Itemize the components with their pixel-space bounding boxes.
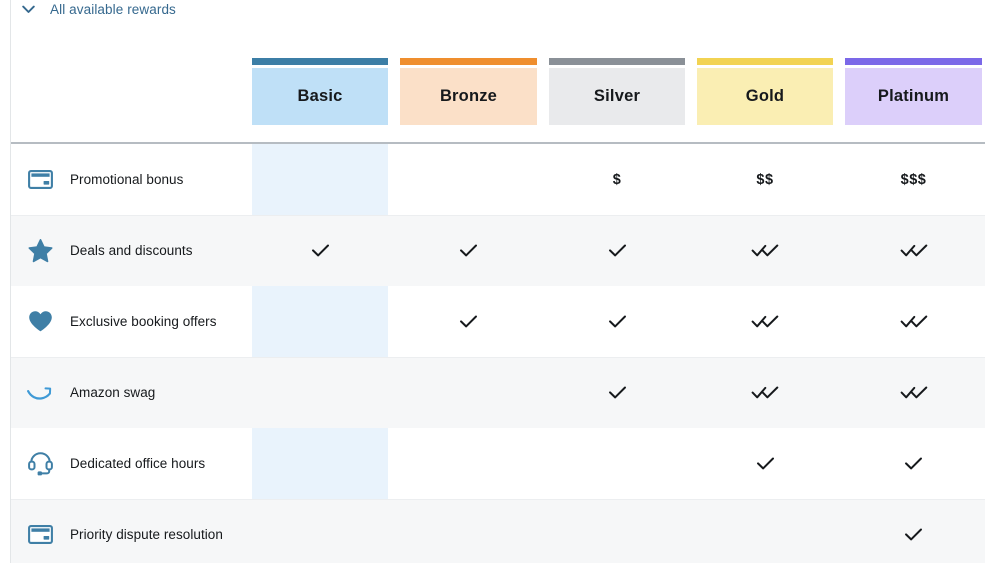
double-check-icon <box>697 215 833 286</box>
row-label-text: Amazon swag <box>70 385 156 400</box>
row-label-group: Amazon swag <box>27 357 155 428</box>
check-icon <box>252 215 388 286</box>
credit-card-icon <box>27 167 53 193</box>
cell-value-text: $$ <box>756 171 774 188</box>
row-label-text: Promotional bonus <box>70 172 184 187</box>
table-row: Priority dispute resolution <box>11 499 985 563</box>
tier-header-label-gold: Gold <box>745 87 785 105</box>
row-label-text: Exclusive booking offers <box>70 314 217 329</box>
cell-empty <box>252 357 388 428</box>
amazon-smile-icon <box>27 380 53 406</box>
tier-accent-bar-bronze <box>400 58 537 65</box>
double-check-icon <box>845 286 982 357</box>
tier-header-gold[interactable]: Gold <box>697 58 833 125</box>
row-label-group: Exclusive booking offers <box>27 286 217 357</box>
tier-accent-bar-basic <box>252 58 388 65</box>
row-label-group: Priority dispute resolution <box>27 499 223 563</box>
rewards-table-body: Promotional bonus $ $$ $$$ Deals and disco… <box>11 144 1000 563</box>
cell-empty <box>549 428 685 499</box>
check-icon <box>400 286 537 357</box>
rewards-comparison-panel: All available rewards Basic Bronze Silve… <box>0 0 1000 563</box>
cell-empty <box>252 428 388 499</box>
cell-empty <box>400 428 537 499</box>
cell-dollar-value: $$$ <box>845 144 982 215</box>
tier-header-silver[interactable]: Silver <box>549 58 685 125</box>
row-label-text: Dedicated office hours <box>70 456 206 471</box>
heart-icon <box>27 309 53 335</box>
double-check-icon <box>845 215 982 286</box>
cell-empty <box>252 286 388 357</box>
tier-header-label-platinum: Platinum <box>877 87 950 105</box>
tier-accent-bar-silver <box>549 58 685 65</box>
check-icon <box>549 286 685 357</box>
row-label-text: Priority dispute resolution <box>70 527 223 542</box>
cell-empty <box>400 144 537 215</box>
tier-header-body-bronze: Bronze <box>400 68 537 125</box>
double-check-icon <box>845 357 982 428</box>
row-label-group: Promotional bonus <box>27 144 183 215</box>
check-icon <box>549 215 685 286</box>
headset-icon <box>27 451 53 477</box>
double-check-icon <box>697 286 833 357</box>
cell-empty <box>549 499 685 563</box>
tier-header-body-silver: Silver <box>549 68 685 125</box>
cell-value-text: $ <box>612 171 622 188</box>
table-row: Promotional bonus $ $$ $$$ <box>11 144 985 215</box>
tier-header-body-platinum: Platinum <box>845 68 982 125</box>
star-icon <box>27 238 53 264</box>
tier-header-basic[interactable]: Basic <box>252 58 388 125</box>
tier-header-label-bronze: Bronze <box>439 87 498 105</box>
cell-empty <box>252 144 388 215</box>
chevron-down-icon <box>22 5 35 14</box>
check-icon <box>697 428 833 499</box>
credit-card-icon <box>27 522 53 548</box>
check-icon <box>400 215 537 286</box>
tier-accent-bar-platinum <box>845 58 982 65</box>
table-row: Dedicated office hours <box>11 428 985 499</box>
row-label-group: Dedicated office hours <box>27 428 205 499</box>
tier-header-body-basic: Basic <box>252 68 388 125</box>
check-icon <box>845 428 982 499</box>
cell-empty <box>400 357 537 428</box>
check-icon <box>845 499 982 563</box>
check-icon <box>549 357 685 428</box>
tier-header-bronze[interactable]: Bronze <box>400 58 537 125</box>
cell-value-text: $$$ <box>900 171 927 188</box>
double-check-icon <box>697 357 833 428</box>
row-label-group: Deals and discounts <box>27 215 193 286</box>
tier-accent-bar-gold <box>697 58 833 65</box>
tier-header-label-silver: Silver <box>593 87 641 105</box>
all-available-rewards-toggle[interactable]: All available rewards <box>22 0 176 18</box>
cell-dollar-value: $$ <box>697 144 833 215</box>
cell-empty <box>252 499 388 563</box>
cell-empty <box>400 499 537 563</box>
cell-empty <box>697 499 833 563</box>
tier-header-body-gold: Gold <box>697 68 833 125</box>
tier-header-label-basic: Basic <box>297 87 343 105</box>
row-label-text: Deals and discounts <box>70 243 193 258</box>
all-available-rewards-label: All available rewards <box>50 1 176 17</box>
table-row: Deals and discounts <box>11 215 985 286</box>
tier-header-platinum[interactable]: Platinum <box>845 58 982 125</box>
table-row: Exclusive booking offers <box>11 286 985 357</box>
table-row: Amazon swag <box>11 357 985 428</box>
cell-dollar-value: $ <box>549 144 685 215</box>
header-separator <box>11 142 985 144</box>
